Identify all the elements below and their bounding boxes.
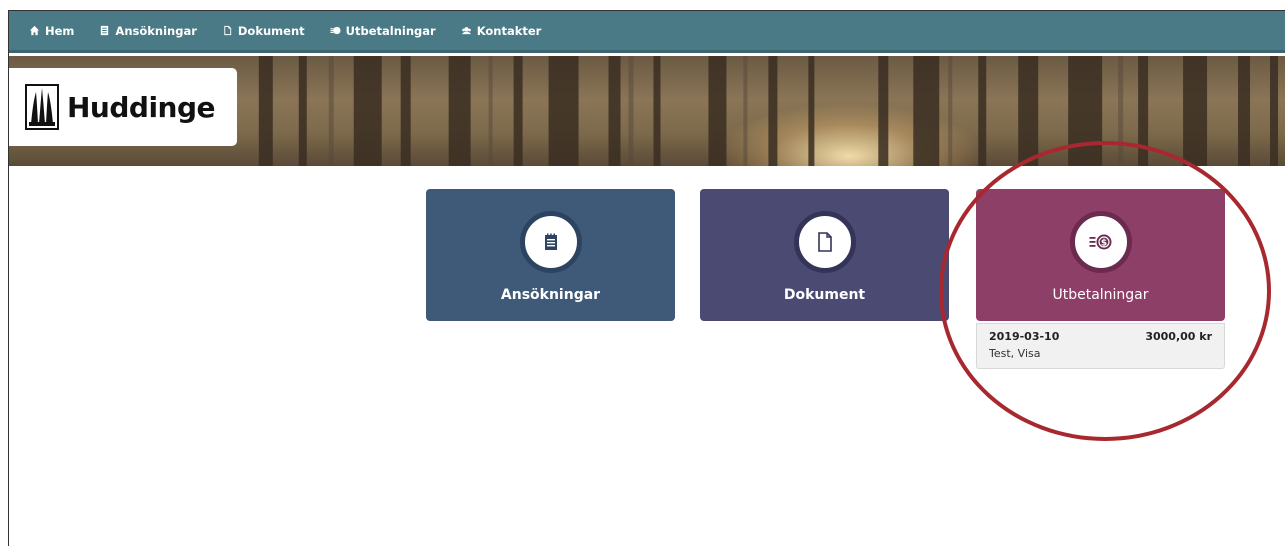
money-icon <box>330 26 341 35</box>
payment-item[interactable]: 2019-03-10 3000,00 kr Test, Visa <box>976 323 1225 369</box>
document-icon <box>817 232 832 252</box>
tile-label: Utbetalningar <box>1052 287 1149 303</box>
contacts-icon <box>461 27 471 35</box>
nav-item-label: Hem <box>45 23 75 38</box>
payment-amount: 3000,00 kr <box>1145 330 1212 343</box>
application-icon <box>101 25 109 36</box>
payment-row: 2019-03-10 3000,00 kr <box>989 330 1212 343</box>
nav-item-kontakter[interactable]: Kontakter <box>461 23 542 38</box>
home-icon <box>29 25 40 36</box>
top-navigation: Hem Ansökningar Dokument Utbetalningar K… <box>9 11 1285 53</box>
tile-label: Ansökningar <box>500 287 601 303</box>
document-icon <box>224 25 232 36</box>
nav-item-label: Kontakter <box>476 23 542 38</box>
notepad-icon <box>544 233 557 250</box>
tile-icon-ring <box>519 211 582 273</box>
nav-item-utbetalningar[interactable]: Utbetalningar <box>330 24 436 38</box>
nav-item-label: Utbetalningar <box>345 23 436 38</box>
payment-date: 2019-03-10 <box>989 330 1060 343</box>
svg-text:$: $ <box>1100 239 1106 249</box>
tile-utbetalningar[interactable]: $ Utbetalningar <box>976 189 1225 321</box>
tile-icon-ring: $ <box>1069 211 1132 273</box>
browser-viewport: Hem Ansökningar Dokument Utbetalningar K… <box>8 10 1285 546</box>
nav-item-label: Dokument <box>237 23 305 38</box>
tile-icon-ring <box>793 211 856 273</box>
tile-label: Dokument <box>783 287 866 303</box>
nav-item-hem[interactable]: Hem <box>29 24 74 38</box>
logo-text: Huddinge <box>67 90 216 124</box>
huddinge-crest-icon <box>25 84 59 130</box>
nav-item-dokument[interactable]: Dokument <box>222 24 305 38</box>
huddinge-logo[interactable]: Huddinge <box>9 68 237 146</box>
header-banner: Huddinge <box>9 56 1285 166</box>
money-icon: $ <box>1089 234 1111 250</box>
payment-description: Test, Visa <box>989 347 1041 360</box>
nav-item-label: Ansökningar <box>115 23 197 38</box>
nav-item-ansokningar[interactable]: Ansökningar <box>99 23 197 38</box>
tile-dokument[interactable]: Dokument <box>700 189 949 321</box>
tile-ansokningar[interactable]: Ansökningar <box>426 189 675 321</box>
